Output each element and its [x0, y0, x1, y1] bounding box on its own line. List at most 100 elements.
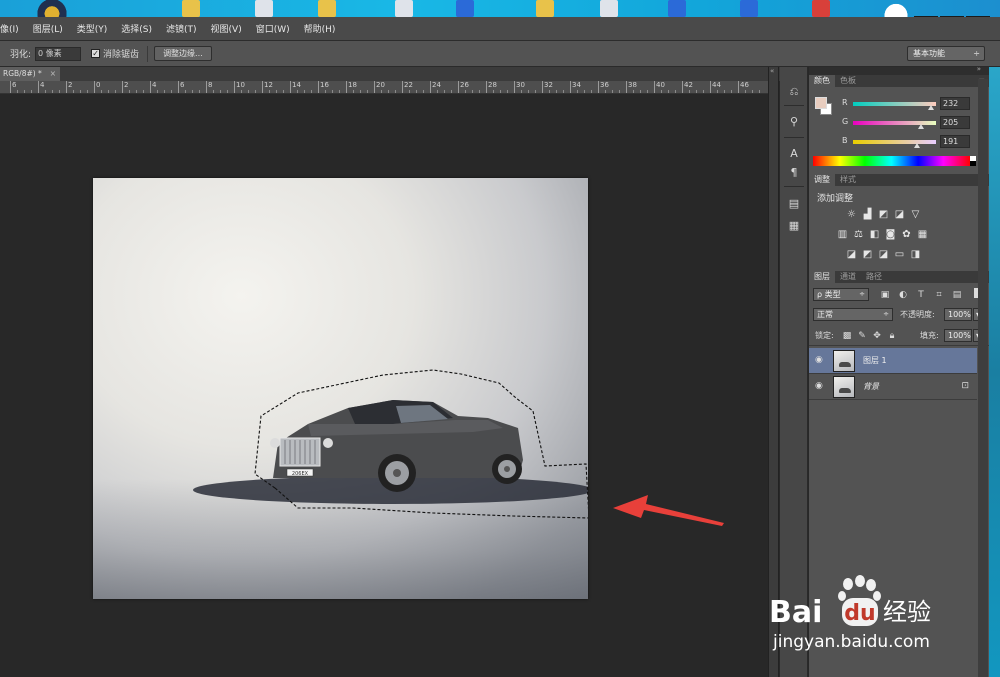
shape-filter-icon[interactable]: ⌗: [934, 290, 944, 300]
threshold-icon[interactable]: ◪: [878, 249, 889, 260]
menu-layer[interactable]: 图层(L): [26, 22, 70, 35]
layer-filter-select[interactable]: ρ 类型 ÷: [813, 288, 869, 301]
menu-view[interactable]: 视图(V): [204, 22, 249, 35]
adjustment-filter-icon[interactable]: ◐: [898, 290, 908, 300]
tab-layers[interactable]: 图层: [809, 271, 835, 283]
paragraph-icon[interactable]: ¶: [787, 166, 801, 180]
selective-color-icon[interactable]: ◨: [910, 249, 921, 260]
r-value-input[interactable]: 232: [940, 97, 970, 110]
document-icon[interactable]: [395, 0, 413, 17]
tab-paths[interactable]: 路径: [861, 271, 887, 283]
color-balance-icon[interactable]: ⚖: [853, 229, 864, 240]
ruler-minor-tick: [661, 90, 662, 93]
bw-icon[interactable]: ◧: [869, 229, 880, 240]
wps-writer-icon[interactable]: [668, 0, 686, 17]
document-icon[interactable]: [255, 0, 273, 17]
lock-position-icon[interactable]: ✥: [872, 331, 882, 341]
wps-writer-icon[interactable]: [740, 0, 758, 17]
r-slider-thumb[interactable]: [928, 105, 934, 110]
brush-preset-icon[interactable]: ⚲: [787, 115, 801, 129]
layer-row[interactable]: ◉ 图层 1: [809, 348, 977, 374]
ruler-minor-tick: [647, 90, 648, 93]
black-white-swatch[interactable]: [970, 156, 976, 166]
watermark-brand-cn: 经验: [883, 598, 931, 626]
fill-input[interactable]: 100%: [944, 329, 972, 342]
tab-channels[interactable]: 通道: [835, 271, 861, 283]
collapse-icon[interactable]: »: [977, 65, 981, 73]
brightness-icon[interactable]: ☼: [846, 209, 857, 220]
blend-mode-select[interactable]: 正常 ÷: [813, 308, 893, 321]
layer-name[interactable]: 图层 1: [863, 355, 887, 366]
collapse-icon[interactable]: «: [770, 67, 774, 75]
channel-mixer-icon[interactable]: ✿: [901, 229, 912, 240]
hue-icon[interactable]: ▥: [837, 229, 848, 240]
document-icon[interactable]: [600, 0, 618, 17]
ruler-minor-tick: [360, 90, 361, 93]
vibrance-icon[interactable]: ▽: [910, 209, 921, 220]
character-icon[interactable]: A: [787, 147, 801, 161]
menu-type[interactable]: 类型(Y): [70, 22, 115, 35]
b-value-input[interactable]: 191: [940, 135, 970, 148]
g-value-input[interactable]: 205: [940, 116, 970, 129]
feather-input[interactable]: 0 像素: [35, 46, 82, 61]
refine-edge-button[interactable]: 调整边缘...: [154, 46, 212, 61]
folder-icon[interactable]: [318, 0, 336, 17]
b-slider-thumb[interactable]: [914, 143, 920, 148]
layer-name[interactable]: 背景: [863, 381, 879, 392]
b-slider[interactable]: [853, 140, 936, 144]
document-tab[interactable]: RGB/8#) * ×: [0, 67, 60, 81]
type-filter-icon[interactable]: T: [916, 290, 926, 300]
curves-icon[interactable]: ◩: [878, 209, 889, 220]
folder-icon[interactable]: [182, 0, 200, 17]
panel-scrollbar[interactable]: [978, 79, 988, 677]
pixel-filter-icon[interactable]: ▣: [880, 290, 890, 300]
history-icon[interactable]: ⎌: [787, 85, 801, 99]
menu-image[interactable]: 像(I): [0, 22, 26, 35]
g-slider-thumb[interactable]: [918, 124, 924, 129]
antialias-option[interactable]: ✓ 消除锯齿: [91, 47, 139, 60]
antialias-checkbox[interactable]: ✓: [91, 49, 101, 58]
document-canvas[interactable]: 206EX: [93, 178, 588, 599]
color-spectrum-bar[interactable]: [813, 156, 970, 166]
menu-window[interactable]: 窗口(W): [249, 22, 297, 35]
tab-color[interactable]: 颜色: [809, 75, 835, 87]
r-slider[interactable]: [853, 102, 936, 106]
levels-icon[interactable]: ▟: [862, 209, 873, 220]
eye-icon[interactable]: ◉: [815, 381, 823, 391]
lock-all-icon[interactable]: 🔒︎: [887, 331, 897, 341]
pdf-icon[interactable]: [812, 0, 830, 17]
close-tab-icon[interactable]: ×: [50, 67, 56, 81]
desktop-app-icon[interactable]: [32, 0, 72, 17]
properties-icon[interactable]: ▤: [787, 197, 801, 211]
wps-writer-icon[interactable]: [456, 0, 474, 17]
color-lookup-icon[interactable]: ▦: [917, 229, 928, 240]
ruler-label: 6: [177, 81, 185, 93]
menu-help[interactable]: 帮助(H): [297, 22, 343, 35]
ruler-minor-tick: [87, 90, 88, 93]
gradient-map-icon[interactable]: ▭: [894, 249, 905, 260]
opacity-input[interactable]: 100%: [944, 308, 972, 321]
ruler-minor-tick: [752, 90, 753, 93]
help-app-icon[interactable]: [876, 0, 916, 17]
layer-row[interactable]: ◉ 背景 ⊡: [809, 374, 977, 400]
tab-adjustments[interactable]: 调整: [809, 174, 835, 186]
photo-filter-icon[interactable]: ◙: [885, 229, 896, 240]
smart-object-filter-icon[interactable]: ▤: [952, 290, 962, 300]
foreground-color-swatch[interactable]: [815, 97, 827, 109]
workspace-select[interactable]: 基本功能 ÷: [907, 46, 985, 61]
eye-icon[interactable]: ◉: [815, 355, 823, 365]
lock-pixels-icon[interactable]: ✎: [857, 331, 867, 341]
tab-swatches[interactable]: 色板: [835, 75, 861, 87]
notes-icon[interactable]: ▦: [787, 219, 801, 233]
tab-styles[interactable]: 样式: [835, 174, 861, 186]
menu-select[interactable]: 选择(S): [114, 22, 159, 35]
car-image: 206EX: [193, 369, 588, 519]
invert-icon[interactable]: ◪: [846, 249, 857, 260]
posterize-icon[interactable]: ◩: [862, 249, 873, 260]
exposure-icon[interactable]: ◪: [894, 209, 905, 220]
menu-filter[interactable]: 滤镜(T): [159, 22, 204, 35]
canvas-area[interactable]: 206EX: [0, 94, 768, 677]
ruler-minor-tick: [311, 90, 312, 93]
folder-icon[interactable]: [536, 0, 554, 17]
lock-transparent-icon[interactable]: ▩: [842, 331, 852, 341]
